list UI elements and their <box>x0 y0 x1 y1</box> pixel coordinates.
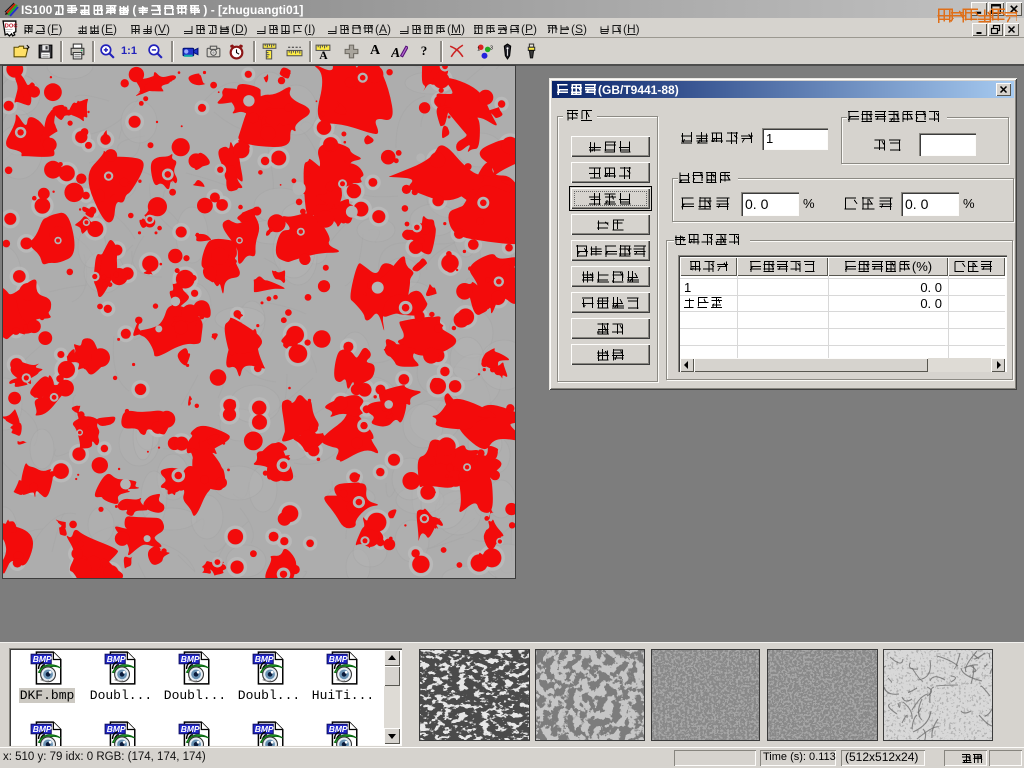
svg-text:A: A <box>391 44 400 59</box>
svg-text:1: 1 <box>477 46 480 52</box>
svg-text:3: 3 <box>490 45 493 51</box>
svg-text:DOC: DOC <box>5 23 19 29</box>
svg-text:A: A <box>319 48 328 59</box>
